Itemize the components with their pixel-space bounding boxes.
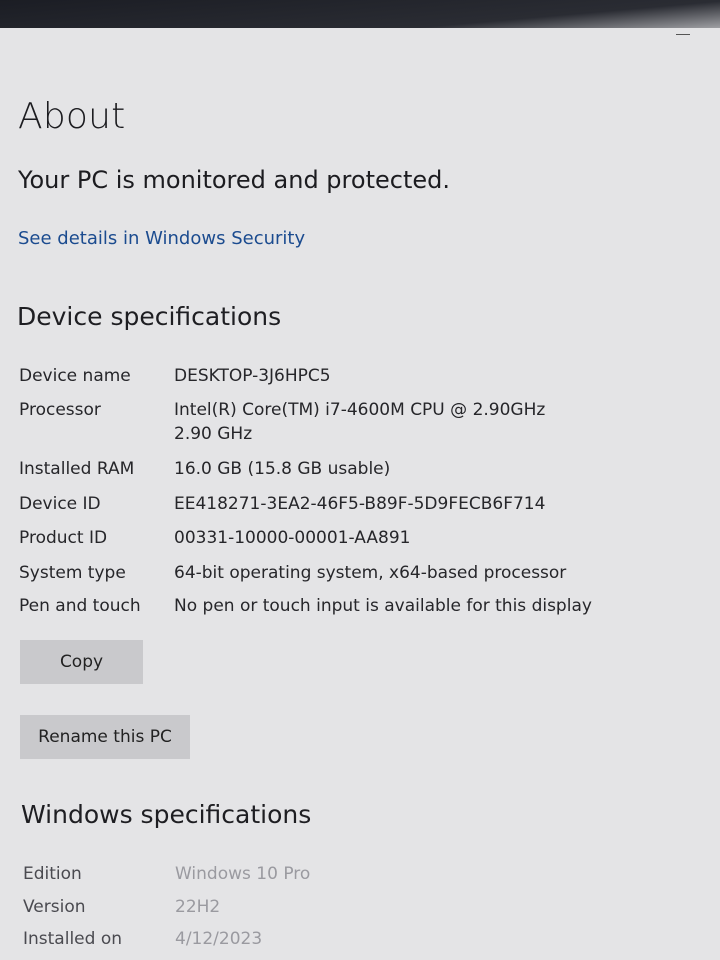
spec-label: Device ID: [19, 494, 101, 514]
spec-value: EE418271-3EA2-46F5-B89F-5D9FECB6F714: [174, 494, 546, 514]
spec-label: Pen and touch: [19, 596, 141, 616]
copy-button[interactable]: Copy: [20, 640, 143, 684]
spec-label: Version: [23, 897, 86, 917]
spec-value: Intel(R) Core(TM) i7-4600M CPU @ 2.90GHz…: [174, 400, 562, 444]
windows-security-link[interactable]: See details in Windows Security: [18, 228, 305, 249]
spec-value: No pen or touch input is available for t…: [174, 596, 592, 616]
spec-value: 4/12/2023: [175, 929, 263, 949]
windows-specifications-heading: Windows specifications: [21, 800, 312, 829]
spec-value: 16.0 GB (15.8 GB usable): [174, 459, 391, 479]
spec-value: Windows 10 Pro: [175, 864, 311, 884]
spec-label: Processor: [19, 400, 101, 420]
rename-pc-button[interactable]: Rename this PC: [20, 715, 190, 759]
device-specifications-heading: Device specifications: [17, 302, 282, 331]
minimize-icon[interactable]: [676, 34, 690, 35]
spec-value: DESKTOP-3J6HPC5: [174, 366, 331, 386]
spec-label: Edition: [23, 864, 82, 884]
spec-value: 64-bit operating system, x64-based proce…: [174, 563, 567, 583]
spec-label: Installed on: [23, 929, 123, 949]
spec-label: Device name: [19, 366, 131, 386]
spec-label: System type: [19, 563, 126, 583]
spec-value: 00331-10000-00001-AA891: [174, 528, 411, 548]
protection-status-text: Your PC is monitored and protected.: [18, 166, 450, 194]
spec-value: 22H2: [175, 897, 221, 917]
page-title: About: [18, 96, 126, 137]
spec-label: Installed RAM: [19, 459, 135, 479]
spec-label: Product ID: [19, 528, 108, 548]
